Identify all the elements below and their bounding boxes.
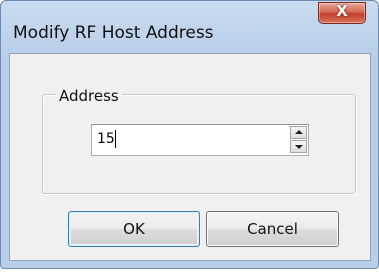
dialog-window: Modify RF Host Address X Address 15 OK C…	[0, 0, 379, 269]
dialog-client-area: Address 15 OK Cancel	[9, 53, 371, 261]
window-title: Modify RF Host Address	[13, 23, 214, 43]
close-icon: X	[336, 2, 348, 20]
cancel-button[interactable]: Cancel	[206, 211, 339, 247]
spin-up-arrow-icon[interactable]	[290, 126, 307, 139]
close-button[interactable]: X	[318, 2, 366, 24]
spin-down-arrow-icon[interactable]	[290, 140, 307, 153]
text-caret	[115, 130, 116, 148]
address-group-label: Address	[56, 87, 122, 105]
address-input[interactable]: 15	[97, 131, 115, 147]
address-spinbox[interactable]: 15	[91, 124, 309, 156]
ok-button[interactable]: OK	[68, 211, 200, 247]
